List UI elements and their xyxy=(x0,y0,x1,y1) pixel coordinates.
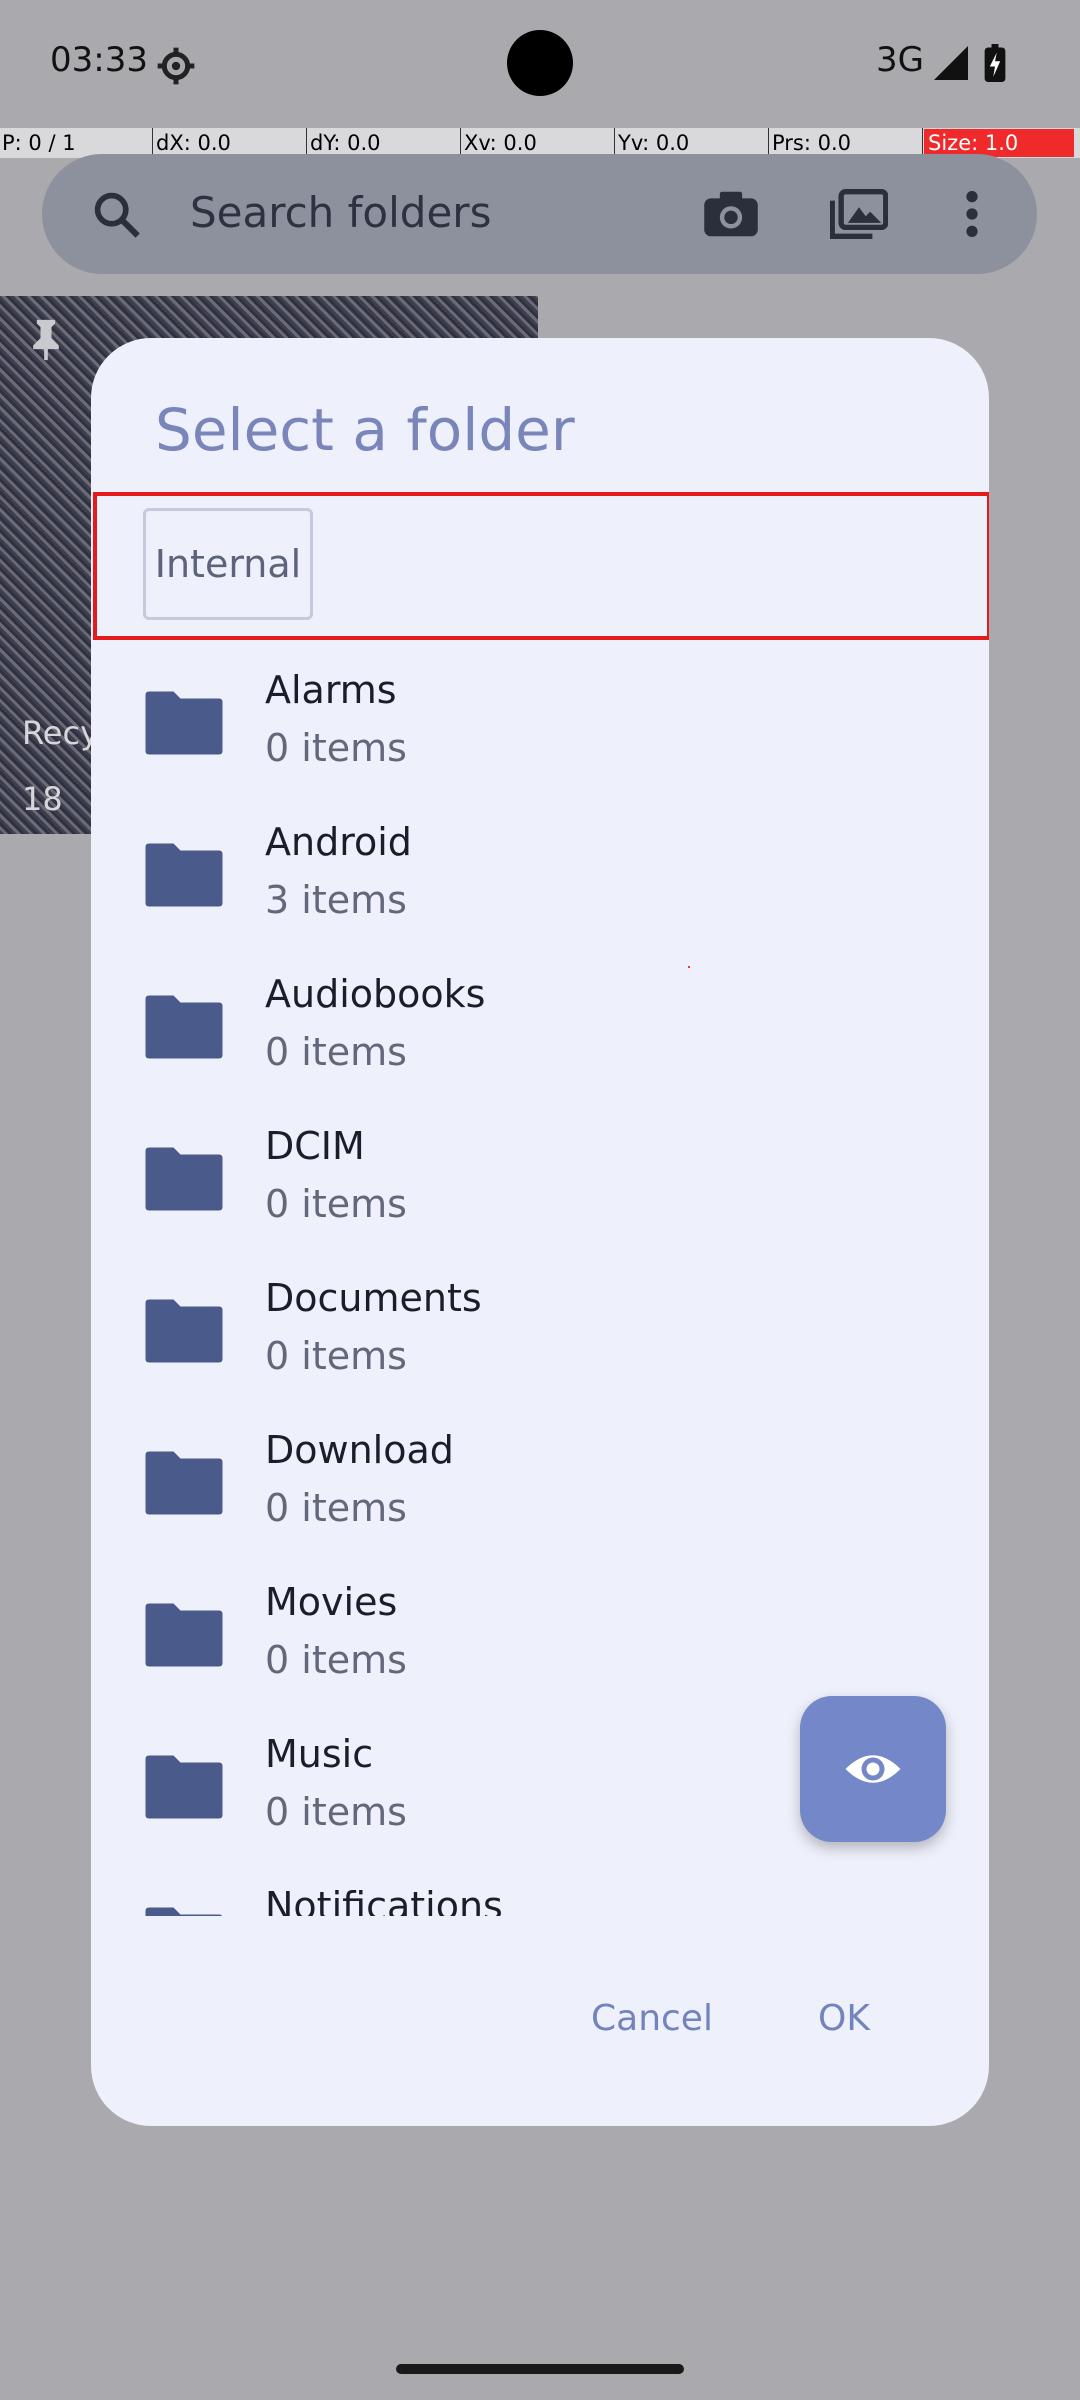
debug-pointer: P: 0 / 1 xyxy=(2,131,76,155)
folder-thumbnail-count: 18 xyxy=(22,780,63,818)
list-item[interactable]: Movies 0 items xyxy=(91,1560,989,1712)
list-item[interactable]: Alarms 0 items xyxy=(91,648,989,800)
folder-name: DCIM xyxy=(265,1124,365,1168)
list-item[interactable]: Notifications xyxy=(91,1864,989,1916)
folder-count: 0 items xyxy=(265,1790,407,1834)
camera-icon[interactable] xyxy=(702,188,760,240)
folder-icon xyxy=(145,995,223,1059)
list-item[interactable]: Documents 0 items xyxy=(91,1256,989,1408)
folder-count: 0 items xyxy=(265,1030,407,1074)
folder-icon xyxy=(145,1907,223,1916)
folder-icon xyxy=(145,1147,223,1211)
front-camera xyxy=(507,30,573,96)
battery-charging-icon xyxy=(984,44,1006,82)
gallery-icon[interactable] xyxy=(830,188,888,240)
search-bar[interactable]: Search folders xyxy=(42,154,1037,274)
gesture-navigation-bar[interactable] xyxy=(396,2364,684,2374)
eye-icon xyxy=(845,1755,901,1783)
list-item[interactable]: Audiobooks 0 items xyxy=(91,952,989,1104)
folder-icon xyxy=(145,1755,223,1819)
network-type: 3G xyxy=(876,40,924,80)
pin-icon xyxy=(33,319,59,361)
dialog-title: Select a folder xyxy=(155,396,575,464)
list-item[interactable]: Download 0 items xyxy=(91,1408,989,1560)
folder-count: 0 items xyxy=(265,1334,407,1378)
folder-count: 0 items xyxy=(265,1486,407,1530)
breadcrumb: Internal xyxy=(93,492,989,640)
folder-icon xyxy=(145,1299,223,1363)
cancel-button[interactable]: Cancel xyxy=(591,1998,713,2039)
ok-button[interactable]: OK xyxy=(818,1998,870,2039)
debug-size: Size: 1.0 xyxy=(924,129,1074,157)
folder-count: 0 items xyxy=(265,726,407,770)
search-icon[interactable] xyxy=(90,188,142,240)
more-options-icon[interactable] xyxy=(964,188,980,240)
folder-count: 3 items xyxy=(265,878,407,922)
search-input[interactable]: Search folders xyxy=(190,188,491,237)
signal-icon xyxy=(934,46,968,80)
folder-name: Android xyxy=(265,820,412,864)
debug-dx: dX: 0.0 xyxy=(156,131,231,155)
debug-prs: Prs: 0.0 xyxy=(772,131,852,155)
folder-name: Alarms xyxy=(265,668,397,712)
folder-icon xyxy=(145,691,223,755)
show-hidden-button[interactable] xyxy=(800,1696,946,1842)
folder-thumbnail-label: Recy xyxy=(22,714,100,752)
folder-icon xyxy=(145,843,223,907)
folder-name: Music xyxy=(265,1732,374,1776)
folder-count: 0 items xyxy=(265,1182,407,1226)
status-bar: 03:33 3G xyxy=(0,0,1080,128)
folder-name: Documents xyxy=(265,1276,482,1320)
list-item[interactable]: Android 3 items xyxy=(91,800,989,952)
folder-icon xyxy=(145,1603,223,1667)
debug-xv: Xv: 0.0 xyxy=(464,131,537,155)
debug-yv: Yv: 0.0 xyxy=(618,131,690,155)
folder-name: Audiobooks xyxy=(265,972,486,1016)
folder-name: Movies xyxy=(265,1580,398,1624)
touch-indicator-dot xyxy=(688,966,690,968)
list-item[interactable]: DCIM 0 items xyxy=(91,1104,989,1256)
debug-dy: dY: 0.0 xyxy=(310,131,381,155)
status-time: 03:33 xyxy=(50,40,148,80)
folder-name: Download xyxy=(265,1428,454,1472)
select-folder-dialog: Select a folder Internal Alarms 0 items … xyxy=(91,338,989,2126)
folder-icon xyxy=(145,1451,223,1515)
settings-gear-icon xyxy=(157,47,195,85)
breadcrumb-internal[interactable]: Internal xyxy=(143,508,313,620)
folder-name: Notifications xyxy=(265,1884,503,1916)
folder-count: 0 items xyxy=(265,1638,407,1682)
